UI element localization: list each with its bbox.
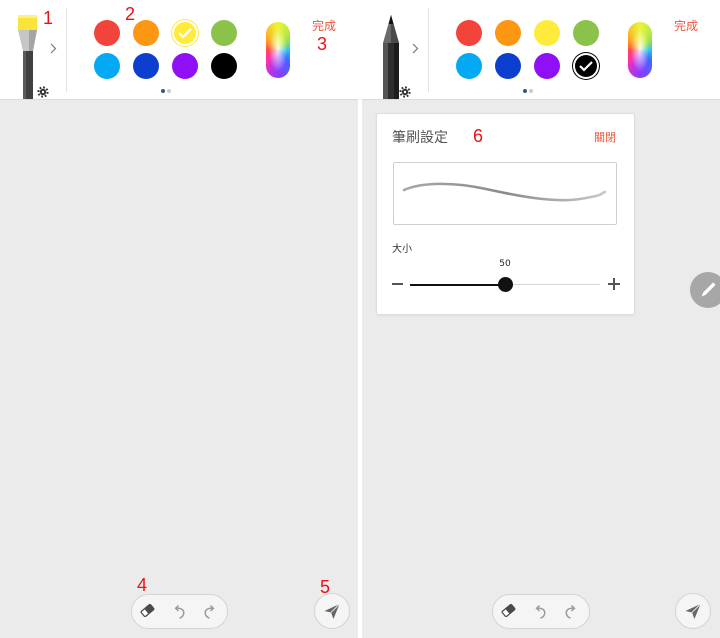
send-icon — [685, 603, 701, 620]
toolbar-divider — [428, 8, 429, 92]
annotation-marker-3: 3 — [316, 34, 327, 54]
floating-pencil-button[interactable] — [690, 272, 720, 308]
size-label: 大小 — [392, 244, 412, 255]
eraser-icon — [140, 603, 155, 618]
done-button[interactable]: 完成 — [668, 18, 704, 34]
gear-icon[interactable] — [399, 86, 411, 98]
gear-icon[interactable] — [37, 86, 49, 98]
redo-button[interactable] — [203, 603, 215, 620]
chevron-right-icon[interactable] — [50, 43, 57, 54]
size-value: 50 — [499, 259, 511, 269]
chevron-right-icon[interactable] — [412, 43, 419, 54]
undo-icon — [535, 604, 546, 619]
drawing-screen: 完成 — [0, 0, 358, 638]
send-button[interactable] — [675, 593, 711, 629]
edit-actions-bar — [492, 594, 590, 629]
color-swatch-red[interactable] — [94, 20, 120, 46]
close-button[interactable]: 關閉 — [594, 131, 616, 145]
redo-icon — [204, 604, 215, 619]
annotation-marker-2: 2 — [124, 4, 135, 24]
send-icon — [324, 603, 340, 620]
palette-page-dot[interactable] — [529, 89, 533, 93]
brush-settings-title: 筆刷設定 — [392, 130, 448, 146]
redo-button[interactable] — [564, 603, 576, 620]
color-swatch-purple[interactable] — [172, 53, 198, 79]
slider-fill — [410, 283, 505, 286]
palette-page-dot[interactable] — [161, 89, 165, 93]
edit-actions-bar — [131, 594, 228, 629]
color-swatch-light-blue[interactable] — [94, 53, 120, 79]
checkmark-icon — [178, 28, 192, 39]
plus-icon[interactable] — [608, 278, 620, 290]
eraser-button[interactable] — [140, 603, 155, 618]
color-swatch-orange[interactable] — [495, 20, 521, 46]
minus-icon[interactable] — [392, 283, 403, 285]
drawing-toolbar: 完成 — [362, 0, 720, 100]
color-swatch-yellow[interactable] — [172, 20, 198, 46]
annotation-marker-1: 1 — [42, 8, 53, 28]
eraser-icon — [501, 603, 516, 618]
color-swatch-light-blue[interactable] — [456, 53, 482, 79]
color-swatch-yellow[interactable] — [534, 20, 560, 46]
undo-button[interactable] — [174, 603, 186, 620]
brush-settings-panel: 筆刷設定 關閉 大小 50 — [376, 113, 635, 315]
slider-thumb[interactable] — [497, 277, 513, 292]
undo-button[interactable] — [535, 603, 547, 620]
color-swatch-purple[interactable] — [534, 53, 560, 79]
undo-icon — [174, 604, 185, 619]
color-swatch-red[interactable] — [456, 20, 482, 46]
drawing-canvas[interactable] — [0, 100, 358, 638]
annotation-marker-6: 6 — [472, 126, 483, 146]
preview-stroke — [402, 182, 607, 202]
color-swatch-black[interactable] — [211, 53, 237, 79]
custom-color-button[interactable] — [628, 22, 652, 78]
color-swatch-green[interactable] — [211, 20, 237, 46]
color-swatch-green[interactable] — [573, 20, 599, 46]
drawing-screen: 完成 筆刷設定 關閉 大小 50 — [362, 0, 720, 638]
redo-icon — [565, 604, 576, 619]
color-swatch-blue[interactable] — [495, 53, 521, 79]
stroke-preview — [393, 162, 617, 225]
done-button[interactable]: 完成 — [306, 18, 342, 34]
annotation-marker-5: 5 — [319, 577, 330, 597]
annotation-marker-4: 4 — [136, 575, 147, 595]
palette-page-dot[interactable] — [523, 89, 527, 93]
palette-page-dot[interactable] — [167, 89, 171, 93]
toolbar-divider — [66, 8, 67, 92]
checkmark-icon — [579, 61, 593, 72]
send-button[interactable] — [314, 593, 350, 629]
eraser-button[interactable] — [501, 603, 516, 618]
color-swatch-blue[interactable] — [133, 53, 159, 79]
custom-color-button[interactable] — [266, 22, 290, 78]
color-swatch-black[interactable] — [573, 53, 599, 79]
